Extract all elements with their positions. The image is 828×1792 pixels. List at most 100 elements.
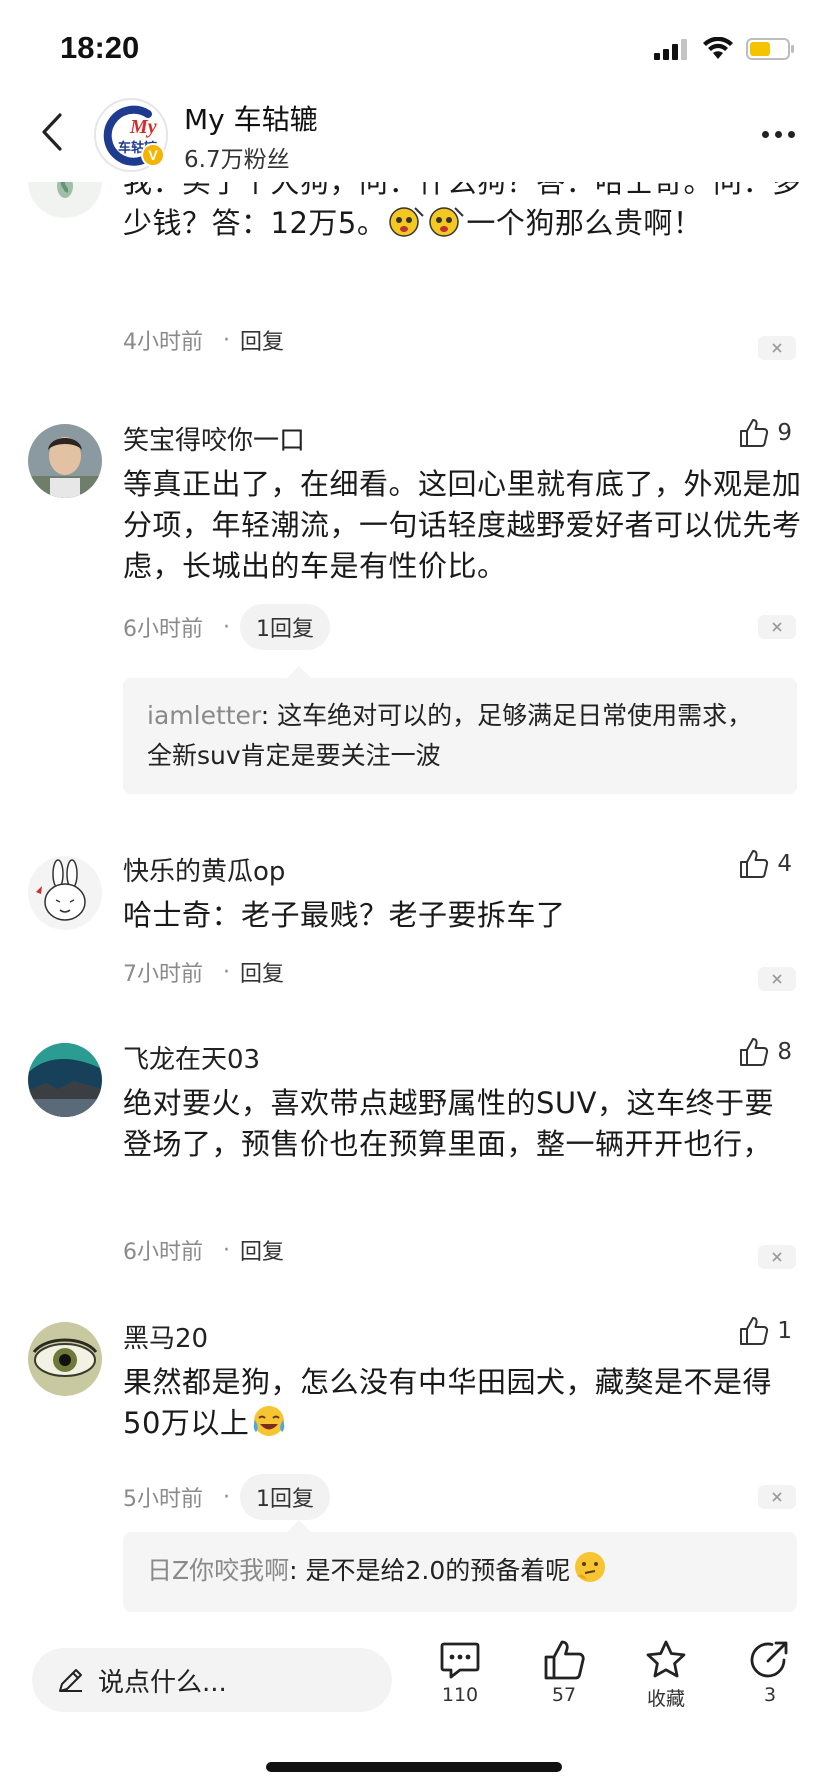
verified-badge: V bbox=[141, 143, 165, 167]
sub-reply-username[interactable]: iamletter bbox=[147, 701, 261, 730]
avatar-image bbox=[28, 1322, 102, 1396]
comment-meta: 6小时前 · 1回复 bbox=[123, 604, 330, 650]
comment-input-placeholder: 说点什么... bbox=[98, 1667, 227, 1698]
more-icon bbox=[761, 130, 769, 138]
crying-laughing-emoji-icon bbox=[254, 1406, 285, 1436]
meta-dot: · bbox=[223, 959, 230, 985]
battery-icon bbox=[746, 38, 794, 60]
meta-dot: · bbox=[223, 327, 230, 353]
replies-count-button[interactable]: 1回复 bbox=[240, 604, 330, 650]
star-icon bbox=[646, 1640, 686, 1678]
replies-count-button[interactable]: 1回复 bbox=[240, 1474, 330, 1520]
comment-input[interactable]: 说点什么... bbox=[32, 1648, 392, 1712]
like-button[interactable]: 8 bbox=[739, 1037, 792, 1067]
more-icon-dot bbox=[787, 130, 795, 138]
dismiss-button[interactable] bbox=[758, 1485, 796, 1509]
comment-text-part2: 一个狗那么贵啊！ bbox=[466, 206, 703, 240]
comment-icon bbox=[440, 1642, 480, 1679]
comments-button[interactable]: 110 bbox=[420, 1638, 500, 1706]
comment-text-body: 果然都是狗，怎么没有中华田园犬，藏獒是不是得50万以上 bbox=[123, 1365, 773, 1440]
like-button[interactable]: 1 bbox=[739, 1316, 792, 1346]
comment-meta: 7小时前 · 回复 bbox=[123, 956, 284, 988]
comment-username[interactable]: 笑宝得咬你一口 bbox=[123, 420, 305, 457]
likes-count: 57 bbox=[551, 1684, 577, 1706]
favorite-button[interactable]: 收藏 bbox=[626, 1638, 706, 1711]
cellular-signal-icon bbox=[654, 39, 687, 60]
sub-reply[interactable]: iamletter: 这车绝对可以的，足够满足日常使用需求，全新suv肯定是要关… bbox=[123, 666, 797, 794]
comment-time: 6小时前 bbox=[123, 1240, 203, 1265]
channel-fans: 6.7万粉丝 bbox=[184, 147, 290, 173]
reply-button[interactable]: 回复 bbox=[240, 324, 284, 356]
close-icon bbox=[772, 622, 782, 632]
comment-time: 4小时前 bbox=[123, 330, 203, 355]
status-bar: 18:20 bbox=[0, 0, 828, 100]
thumbs-up-icon bbox=[740, 1317, 769, 1345]
meta-dot: · bbox=[223, 1237, 230, 1263]
like-count: 8 bbox=[777, 1039, 792, 1065]
close-icon bbox=[772, 974, 782, 984]
like-count: 4 bbox=[777, 851, 792, 877]
thumbs-up-icon bbox=[740, 850, 769, 878]
sub-reply-colon: : bbox=[289, 1556, 306, 1585]
meta-dot: · bbox=[223, 614, 230, 640]
sub-reply[interactable]: 日Z你咬我啊: 是不是给2.0的预备着呢 bbox=[123, 1520, 797, 1612]
back-icon bbox=[42, 113, 62, 151]
dismiss-button[interactable] bbox=[758, 336, 796, 360]
bottom-action-bar: 说点什么... 110 57 收藏 3 bbox=[0, 1630, 828, 1740]
user-avatar[interactable] bbox=[28, 1322, 102, 1396]
thumbs-up-icon bbox=[740, 1038, 769, 1066]
status-time: 18:20 bbox=[60, 30, 140, 65]
avatar-image bbox=[28, 424, 102, 498]
thumbs-up-icon bbox=[740, 419, 769, 447]
back-button[interactable] bbox=[24, 104, 80, 160]
user-avatar[interactable] bbox=[28, 1043, 102, 1117]
comment-meta: 4小时前 · 回复 bbox=[123, 324, 284, 356]
like-article-button[interactable]: 57 bbox=[524, 1638, 604, 1706]
more-button[interactable] bbox=[750, 112, 806, 156]
close-icon bbox=[772, 1252, 782, 1262]
reply-button[interactable]: 回复 bbox=[240, 1234, 284, 1266]
comment-text: 绝对要火，喜欢带点越野属性的SUV，这车终于要登场了，预售价也在预算里面，整一辆… bbox=[123, 1086, 774, 1161]
avatar-image bbox=[28, 1043, 102, 1117]
surprised-emoji-icon bbox=[389, 207, 425, 237]
channel-logo-text-top: My bbox=[129, 116, 157, 138]
dismiss-button[interactable] bbox=[758, 615, 796, 639]
meta-dot: · bbox=[223, 1484, 230, 1510]
comment-text: 哈士奇：老子最贱？老子要拆车了 bbox=[123, 898, 566, 932]
comment-username[interactable]: 黑马20 bbox=[123, 1318, 208, 1355]
dismiss-button[interactable] bbox=[758, 1245, 796, 1269]
comment-username[interactable]: 快乐的黄瓜op bbox=[123, 851, 285, 888]
like-button[interactable]: 4 bbox=[739, 849, 792, 879]
wifi-icon bbox=[703, 37, 733, 59]
comment-time: 5小时前 bbox=[123, 1487, 203, 1512]
close-icon bbox=[772, 343, 782, 353]
sub-reply-colon: : bbox=[260, 701, 278, 730]
like-count: 9 bbox=[777, 420, 792, 446]
comment-username[interactable]: 飞龙在天03 bbox=[123, 1039, 260, 1076]
comment-meta: 5小时前 · 1回复 bbox=[123, 1474, 330, 1520]
nav-bar: My 车轱辘 V My 车轱辘 6.7万粉丝 bbox=[0, 92, 828, 182]
share-button[interactable]: 3 bbox=[730, 1638, 810, 1706]
thinking-emoji-icon bbox=[575, 1552, 606, 1582]
pencil-icon bbox=[59, 1669, 82, 1692]
comment-time: 6小时前 bbox=[123, 617, 203, 642]
home-indicator[interactable] bbox=[266, 1762, 562, 1772]
share-icon bbox=[750, 1641, 788, 1678]
comment-text: 等真正出了，在细看。这回心里就有底了，外观是加分项，年轻潮流，一句话轻度越野爱好… bbox=[123, 467, 802, 583]
more-icon-dot bbox=[774, 130, 782, 138]
favorite-label: 收藏 bbox=[646, 1688, 685, 1710]
channel-name[interactable]: My 车轱辘 bbox=[184, 98, 318, 138]
thumbs-up-icon bbox=[544, 1640, 585, 1680]
like-button[interactable]: 9 bbox=[739, 418, 792, 448]
close-icon bbox=[772, 1492, 782, 1502]
sub-reply-text: 是不是给2.0的预备着呢 bbox=[305, 1556, 571, 1585]
sub-reply-username[interactable]: 日Z你咬我啊 bbox=[147, 1556, 289, 1585]
dismiss-button[interactable] bbox=[758, 967, 796, 991]
comments-count: 110 bbox=[441, 1684, 479, 1706]
user-avatar[interactable] bbox=[28, 424, 102, 498]
avatar-image bbox=[28, 856, 102, 930]
status-icons bbox=[654, 34, 796, 64]
surprised-emoji-icon bbox=[429, 207, 465, 237]
user-avatar[interactable] bbox=[28, 856, 102, 930]
reply-button[interactable]: 回复 bbox=[240, 956, 284, 988]
